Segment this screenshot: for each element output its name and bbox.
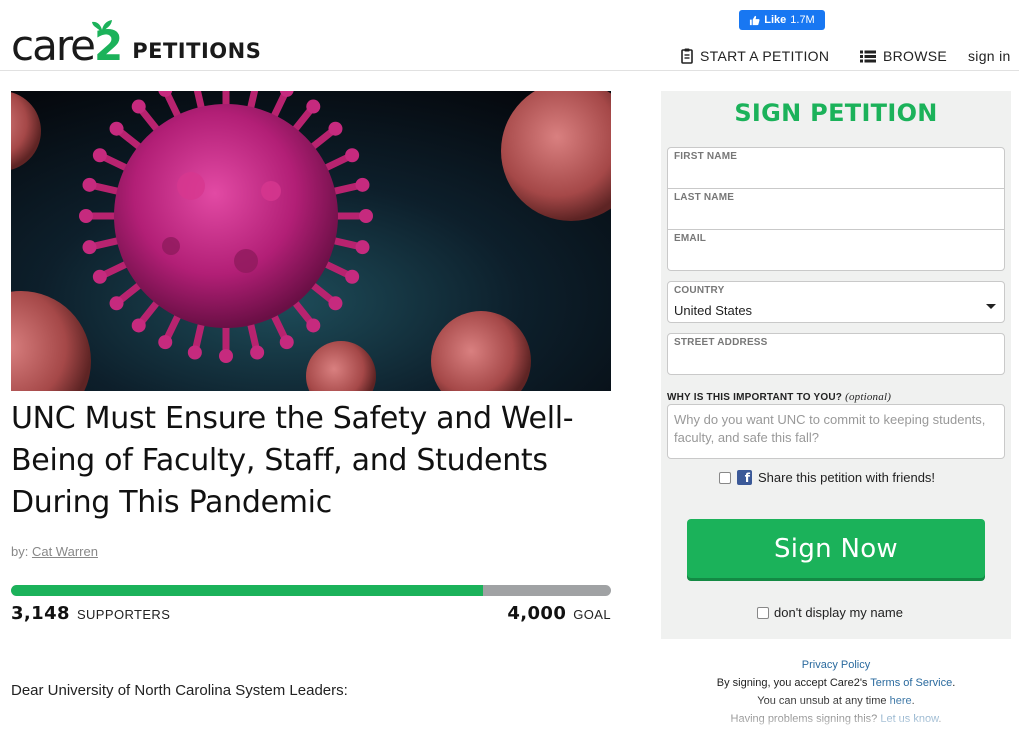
nav-browse-label: BROWSE: [883, 48, 948, 64]
first-name-label: FIRST NAME: [674, 151, 738, 162]
why-important-textarea[interactable]: Why do you want UNC to commit to keeping…: [667, 404, 1005, 459]
problems-prefix: Having problems signing this?: [730, 713, 878, 725]
facebook-icon: f: [737, 470, 752, 485]
supporters-count: 3,148 SUPPORTERS: [11, 603, 170, 624]
nav-browse[interactable]: BROWSE: [860, 48, 947, 64]
letter-opening: Dear University of North Carolina System…: [11, 682, 348, 699]
share-checkbox[interactable]: [719, 471, 731, 484]
goal-label: GOAL: [573, 607, 611, 622]
why-important-text: WHY IS THIS IMPORTANT TO YOU?: [667, 392, 843, 403]
virus-spike-tip: [328, 296, 343, 311]
report-problem-link[interactable]: Let us know: [880, 713, 938, 725]
email-field[interactable]: EMAIL: [667, 229, 1005, 271]
terms-of-service-link[interactable]: Terms of Service: [870, 677, 952, 689]
virus-spike-tip: [109, 296, 124, 311]
petition-byline: by: Cat Warren: [11, 544, 98, 559]
hide-name-checkbox[interactable]: [757, 606, 769, 619]
petition-hero-image: [11, 91, 611, 391]
virus-spike-tip: [345, 269, 360, 284]
facebook-like-button[interactable]: Like 1.7M: [739, 10, 825, 30]
virus-spike-tip: [355, 177, 370, 192]
virus-spike-tip: [279, 335, 294, 350]
privacy-policy-link[interactable]: Privacy Policy: [802, 659, 870, 671]
country-label: COUNTRY: [674, 285, 725, 296]
thumbs-up-icon: [750, 15, 760, 25]
sign-petition-title: SIGN PETITION: [734, 99, 938, 127]
street-address-field[interactable]: STREET ADDRESS: [667, 333, 1005, 375]
petition-title: UNC Must Ensure the Safety and Well-Bein…: [11, 401, 574, 520]
unsub-prefix: You can unsub at any time: [757, 695, 887, 707]
nav-sign-in[interactable]: sign in: [968, 48, 1011, 64]
email-label: EMAIL: [674, 233, 707, 244]
author-link[interactable]: Cat Warren: [32, 544, 98, 559]
chevron-down-icon: [986, 304, 996, 309]
street-address-label: STREET ADDRESS: [674, 337, 768, 348]
share-label: Share this petition with friends!: [758, 470, 936, 485]
site-header: care 2 PETITIONS Like 1.7M START A PETITI…: [0, 0, 1019, 71]
virus-spike-tip: [82, 240, 97, 255]
signature-progress-bar: [11, 585, 611, 596]
facebook-like-label: Like: [764, 14, 787, 26]
virus-spike-tip: [306, 318, 321, 333]
optional-tag: (optional): [845, 391, 892, 403]
virus-spike-tip: [219, 349, 233, 363]
facebook-like-count: 1.7M: [790, 14, 815, 26]
unsubscribe-link[interactable]: here: [890, 695, 912, 707]
hide-name-label: don't display my name: [774, 605, 903, 620]
supporters-label: SUPPORTERS: [76, 607, 171, 622]
share-with-friends-option[interactable]: f Share this petition with friends!: [719, 470, 935, 485]
virus-spike-tip: [109, 121, 124, 136]
virus-spike-tip: [131, 318, 146, 333]
virus-spike-tip: [92, 269, 107, 284]
first-name-field[interactable]: FIRST NAME: [667, 147, 1005, 189]
virus-spike-tip: [131, 99, 146, 114]
goal-count: 4,000 GOAL: [507, 603, 611, 624]
nav-sign-in-label: sign in: [968, 48, 1011, 64]
last-name-field[interactable]: LAST NAME: [667, 188, 1005, 230]
virus-spike-tip: [306, 99, 321, 114]
virus-spike-tip: [250, 345, 265, 360]
country-select[interactable]: COUNTRY United States: [667, 281, 1005, 323]
sign-petition-panel: SIGN PETITION FIRST NAME LAST NAME EMAIL…: [661, 91, 1011, 639]
logo-care-text: care: [11, 21, 96, 70]
virus-spike-tip: [187, 345, 202, 360]
virus-illustration: [11, 91, 611, 391]
nav-start-petition-label: START A PETITION: [700, 48, 830, 64]
goal-number: 4,000: [507, 603, 567, 624]
virus-spike-tip: [79, 209, 93, 223]
virus-spike-tip: [158, 335, 173, 350]
nav-start-petition[interactable]: START A PETITION: [681, 48, 829, 64]
virus-spike-tip: [359, 209, 373, 223]
virus-spike-tip: [82, 177, 97, 192]
last-name-label: LAST NAME: [674, 192, 735, 203]
logo-petitions-text: PETITIONS: [132, 39, 262, 63]
progress-fill: [11, 585, 484, 596]
legal-notice: Privacy Policy By signing, you accept Ca…: [716, 659, 956, 725]
hide-name-option[interactable]: don't display my name: [757, 605, 903, 620]
virus-spike-tip: [345, 148, 360, 163]
virus-spike-tip: [92, 148, 107, 163]
virus-spike-tip: [355, 240, 370, 255]
tos-prefix: By signing, you accept Care2's: [716, 677, 868, 689]
care2-logo[interactable]: care 2 PETITIONS: [11, 18, 261, 68]
virus-spike-tip: [328, 121, 343, 136]
byline-prefix: by:: [11, 544, 29, 559]
sign-now-button[interactable]: Sign Now: [687, 519, 985, 578]
list-icon: [860, 50, 876, 62]
supporters-number: 3,148: [11, 603, 70, 624]
why-important-label: WHY IS THIS IMPORTANT TO YOU? (optional): [667, 391, 891, 403]
country-value: United States: [674, 303, 753, 318]
clipboard-icon: [681, 48, 693, 64]
butterfly-icon: [92, 20, 112, 34]
